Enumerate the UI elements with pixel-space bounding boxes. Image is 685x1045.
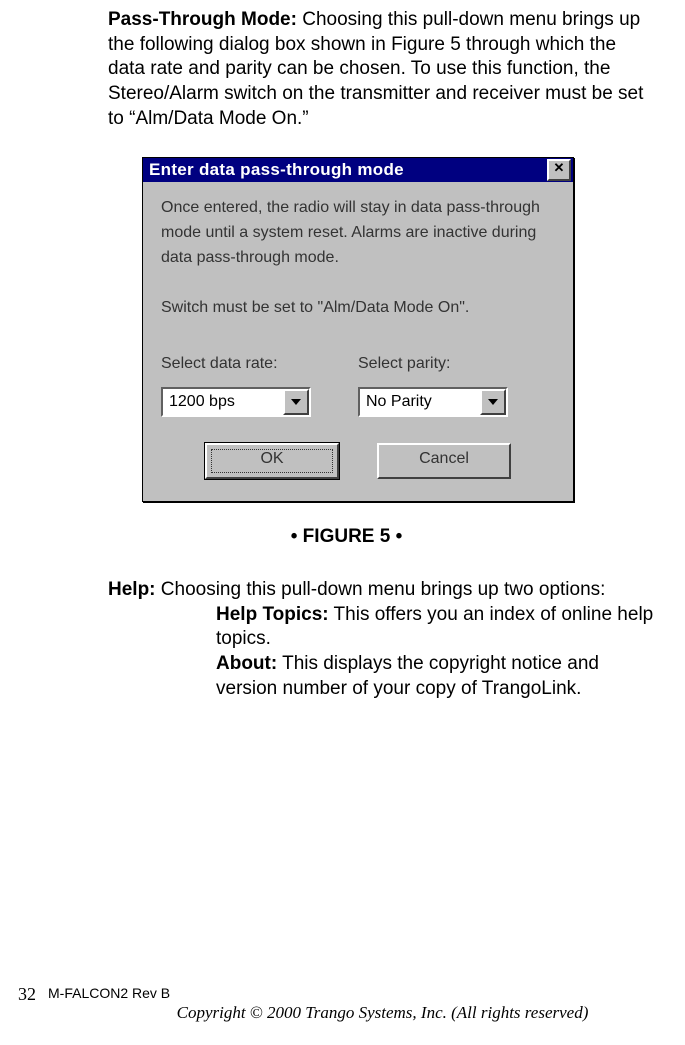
pass-through-dialog: Enter data pass-through mode ✕ Once ente… xyxy=(142,157,574,501)
about-item: About: This displays the copyright notic… xyxy=(216,652,655,701)
help-topics-heading: Help Topics: xyxy=(216,604,329,625)
parity-combobox[interactable]: No Parity xyxy=(358,387,508,417)
parity-label: Select parity: xyxy=(358,355,555,373)
cancel-button[interactable]: Cancel xyxy=(377,443,511,479)
close-button[interactable]: ✕ xyxy=(547,159,571,181)
figure-caption: • FIGURE 5 • xyxy=(38,526,655,548)
dialog-titlebar: Enter data pass-through mode ✕ xyxy=(143,158,573,182)
parity-value: No Parity xyxy=(360,389,480,415)
pass-through-heading: Pass-Through Mode: xyxy=(108,9,297,30)
copyright-notice: Copyright © 2000 Trango Systems, Inc. (A… xyxy=(0,1003,685,1023)
dropdown-arrow-icon[interactable] xyxy=(480,389,506,415)
dialog-body-text-1: Once entered, the radio will stay in dat… xyxy=(161,196,555,270)
page-number: 32 xyxy=(18,984,36,1005)
data-rate-combobox[interactable]: 1200 bps xyxy=(161,387,311,417)
help-heading: Help: xyxy=(108,579,156,600)
dropdown-arrow-icon[interactable] xyxy=(283,389,309,415)
about-heading: About: xyxy=(216,653,277,674)
data-rate-label: Select data rate: xyxy=(161,355,358,373)
help-topics-item: Help Topics: This offers you an index of… xyxy=(216,603,655,652)
ok-button[interactable]: OK xyxy=(205,443,339,479)
dialog-body-text-2: Switch must be set to "Alm/Data Mode On"… xyxy=(161,299,555,317)
pass-through-paragraph: Pass-Through Mode: Choosing this pull-do… xyxy=(108,8,655,131)
document-revision: M-FALCON2 Rev B xyxy=(48,985,170,1001)
help-text: Choosing this pull-down menu brings up t… xyxy=(156,579,606,600)
dialog-title: Enter data pass-through mode xyxy=(149,160,547,180)
close-icon: ✕ xyxy=(554,160,565,175)
help-paragraph: Help: Choosing this pull-down menu bring… xyxy=(108,578,655,603)
data-rate-value: 1200 bps xyxy=(163,389,283,415)
